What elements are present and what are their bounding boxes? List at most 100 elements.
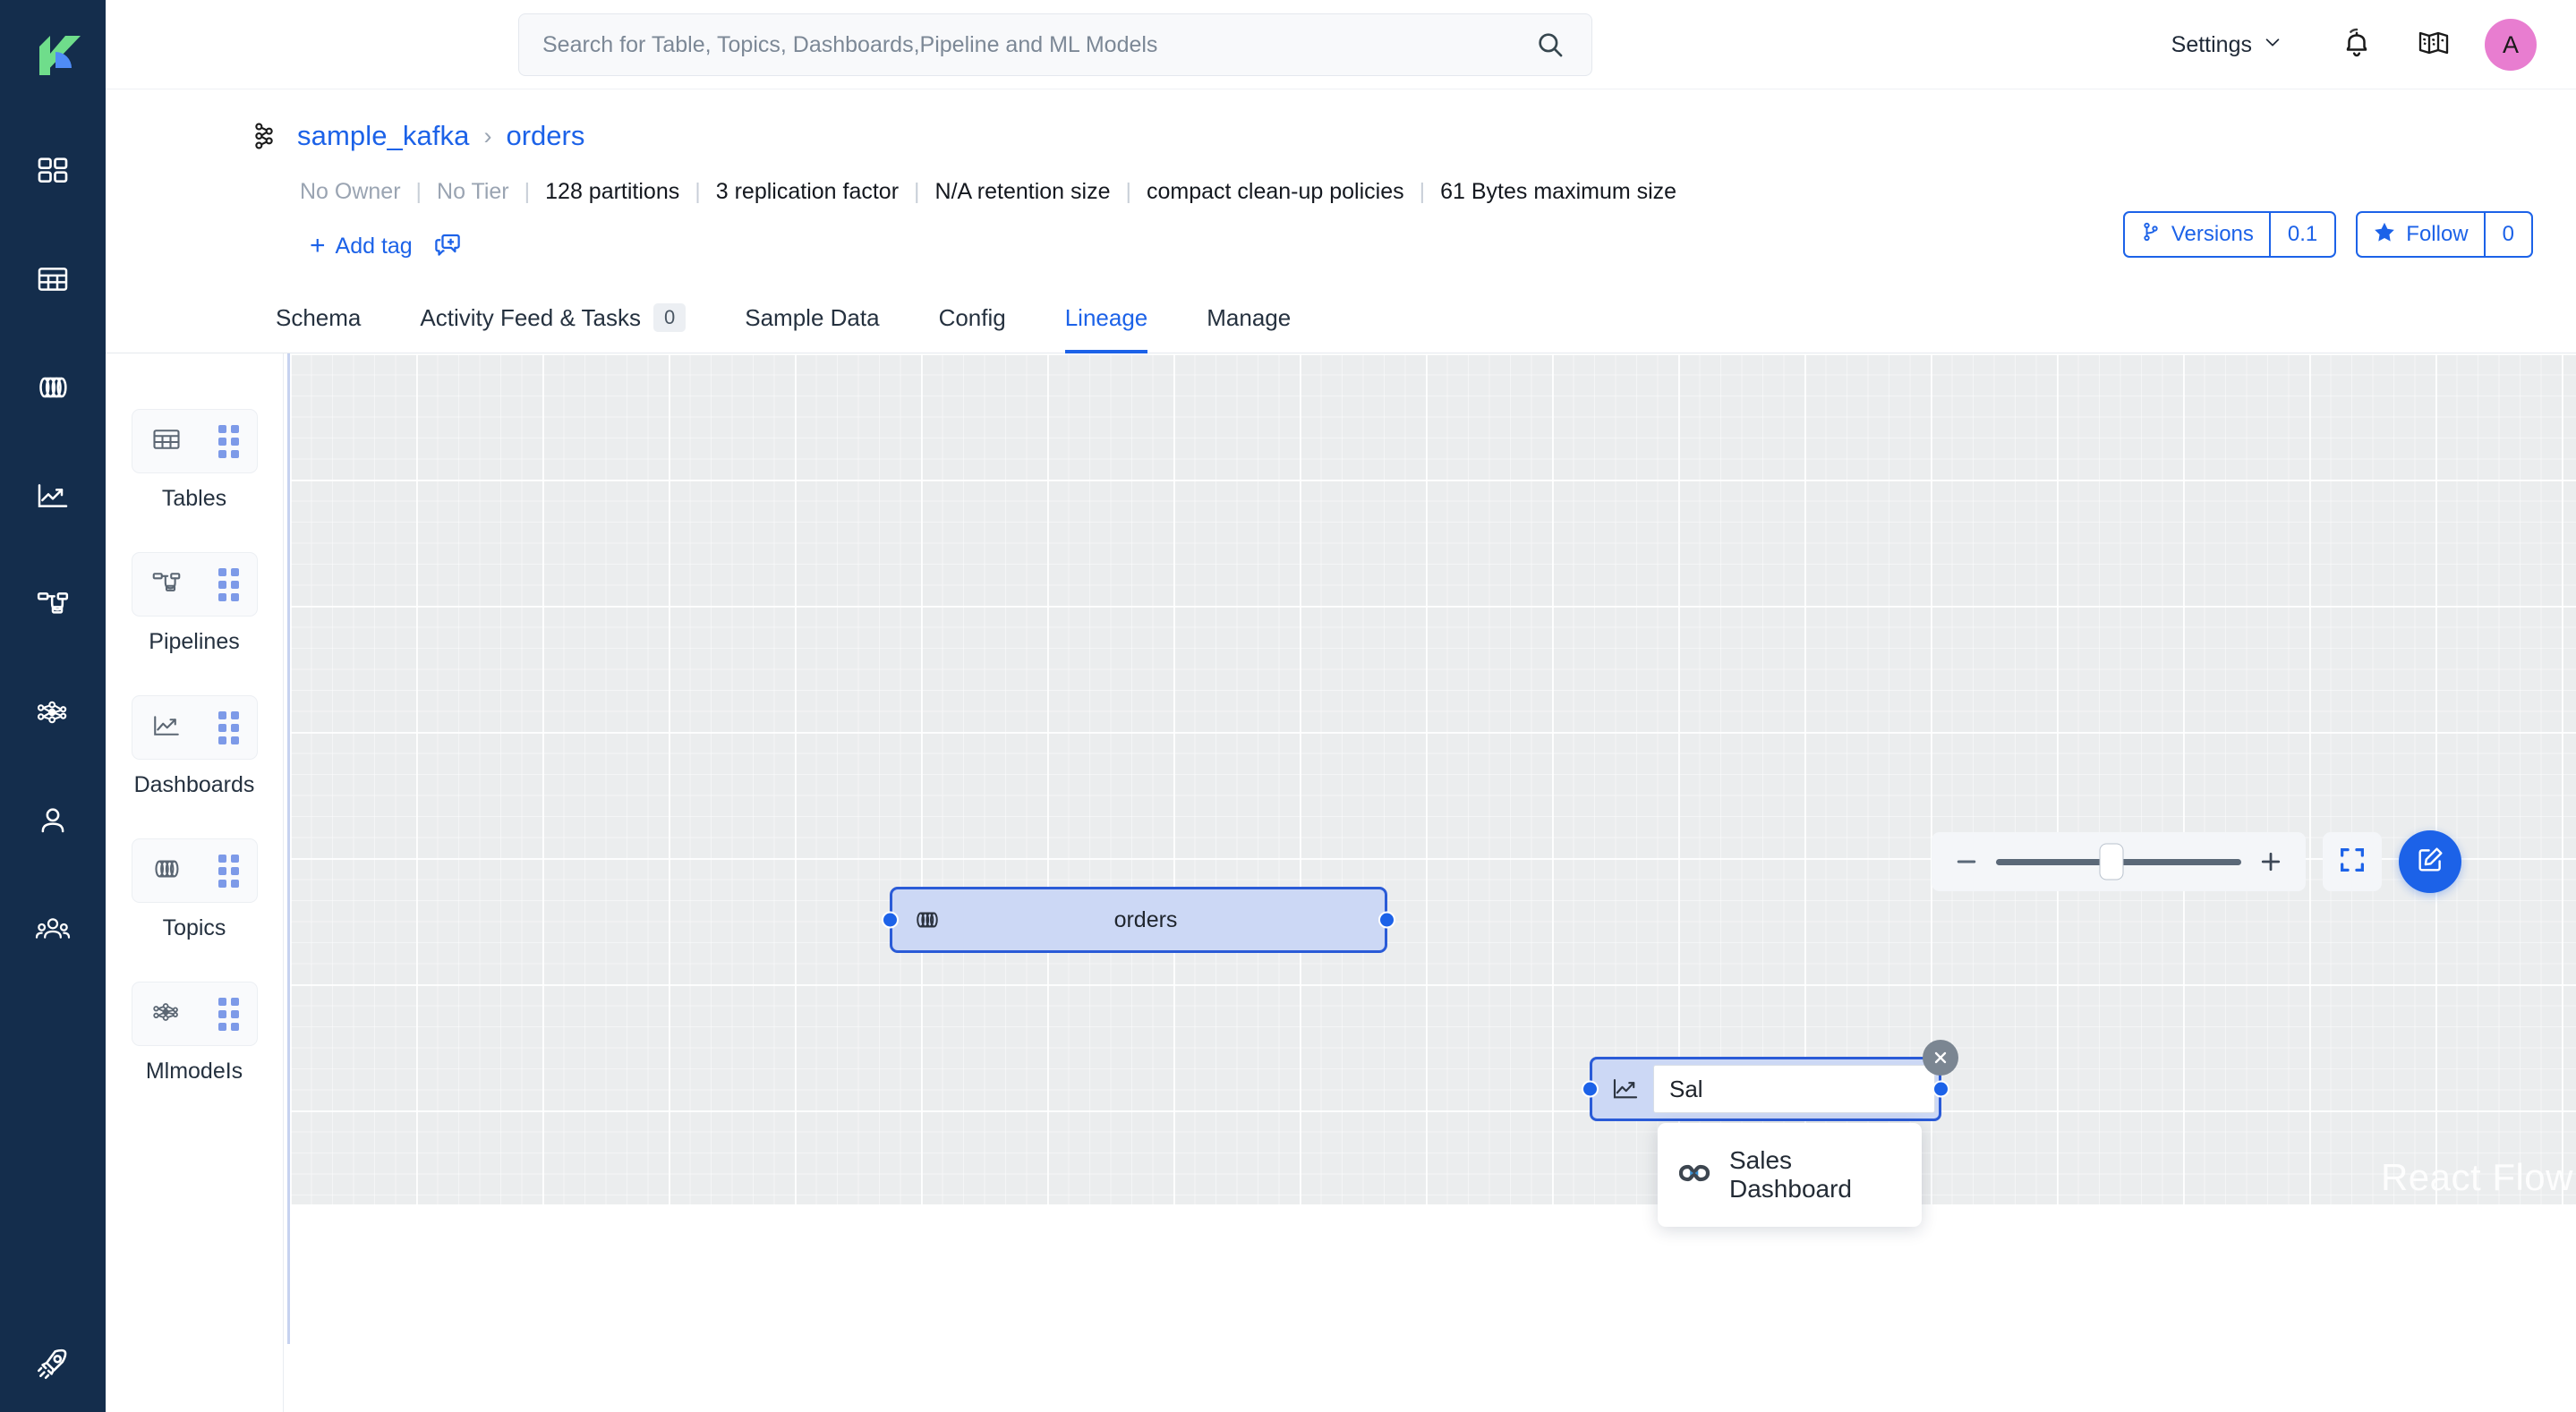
breadcrumb-item-entity[interactable]: orders <box>506 120 584 152</box>
superset-icon <box>1679 1161 1711 1189</box>
rail-item-user[interactable] <box>0 766 106 874</box>
top-bar: Settings <box>106 0 2576 89</box>
meta-partitions: 128 partitions <box>545 179 679 205</box>
docs-button[interactable] <box>2408 19 2460 71</box>
search-icon[interactable] <box>1532 27 1568 63</box>
tab-config[interactable]: Config <box>939 304 1006 353</box>
settings-label: Settings <box>2171 32 2252 58</box>
entity-header-actions: Versions 0.1 Follow 0 <box>2123 211 2533 258</box>
rail-item-pipelines[interactable] <box>0 549 106 658</box>
dashboard-icon <box>35 478 71 514</box>
rail-item-topics[interactable] <box>0 333 106 441</box>
drag-handle[interactable] <box>218 855 239 888</box>
rail-icon-list <box>0 116 106 982</box>
rail-item-tables[interactable] <box>0 225 106 333</box>
palette-box-topics[interactable] <box>132 838 258 903</box>
tab-label: Config <box>939 304 1006 332</box>
node-handle-left[interactable] <box>882 912 899 929</box>
book-icon <box>2416 25 2452 65</box>
mlmodel-icon <box>150 996 183 1033</box>
drag-handle[interactable] <box>218 568 239 601</box>
topic-icon <box>150 853 183 889</box>
drag-handle[interactable] <box>218 711 239 744</box>
palette-item-tables[interactable]: Tables <box>132 409 258 512</box>
search-input[interactable] <box>542 32 1532 58</box>
palette-box-pipelines[interactable] <box>132 552 258 617</box>
tab-activity-feed-and-tasks[interactable]: Activity Feed & Tasks 0 <box>420 303 686 353</box>
settings-menu[interactable]: Settings <box>2171 32 2282 58</box>
tab-schema[interactable]: Schema <box>276 304 361 353</box>
palette-item-dashboards[interactable]: Dashboards <box>132 695 258 798</box>
edit-lineage-button[interactable] <box>2399 830 2461 893</box>
palette-label: Dashboards <box>134 772 255 798</box>
breadcrumb: sample_kafka › orders <box>106 120 2576 152</box>
search-box[interactable] <box>518 13 1592 76</box>
node-handle-right[interactable] <box>1378 912 1395 929</box>
follow-button[interactable]: Follow 0 <box>2356 211 2533 258</box>
rail-item-home[interactable] <box>0 116 106 225</box>
palette-box-tables[interactable] <box>132 409 258 473</box>
versions-main[interactable]: Versions <box>2125 213 2269 256</box>
tab-label: Sample Data <box>745 304 879 332</box>
follow-main[interactable]: Follow <box>2358 213 2483 256</box>
table-icon <box>150 423 183 460</box>
plus-icon[interactable] <box>2256 846 2286 877</box>
minus-icon[interactable] <box>1951 846 1982 877</box>
meta-tier: No Tier <box>437 179 509 205</box>
versions-button[interactable]: Versions 0.1 <box>2123 211 2336 258</box>
close-icon[interactable] <box>1923 1040 1958 1076</box>
suggestion-item[interactable]: Sales Dashboard <box>1658 1136 1922 1214</box>
topic-icon <box>35 370 71 405</box>
palette-box-mlmodels[interactable] <box>132 982 258 1046</box>
rail-item-dashboards[interactable] <box>0 441 106 549</box>
tab-sample-data[interactable]: Sample Data <box>745 304 879 353</box>
versions-value[interactable]: 0.1 <box>2269 213 2334 256</box>
meta-divider: | <box>1125 179 1131 205</box>
follow-value[interactable]: 0 <box>2484 213 2531 256</box>
breadcrumb-item-service[interactable]: sample_kafka <box>297 120 469 152</box>
fit-view-button[interactable] <box>2323 832 2382 891</box>
tab-manage[interactable]: Manage <box>1207 304 1291 353</box>
breadcrumb-separator: › <box>483 123 491 150</box>
meta-cleanup: compact clean-up policies <box>1147 179 1404 205</box>
palette-item-pipelines[interactable]: Pipelines <box>132 552 258 655</box>
lineage-toolbar <box>1932 830 2461 893</box>
bell-icon <box>2339 25 2375 65</box>
node-handle-left[interactable] <box>1582 1081 1599 1098</box>
add-tag-label: Add tag <box>336 234 413 259</box>
notifications-button[interactable] <box>2331 19 2383 71</box>
node-search-field[interactable] <box>1653 1065 1935 1113</box>
tab-lineage[interactable]: Lineage <box>1065 304 1148 353</box>
tab-label: Lineage <box>1065 304 1148 332</box>
add-description-icon[interactable] <box>432 231 463 261</box>
lineage-node-orders[interactable]: orders <box>890 887 1387 953</box>
zoom-slider-thumb[interactable] <box>2099 844 2123 880</box>
palette-label: Topics <box>163 915 226 941</box>
main-column: Settings <box>106 0 2576 1412</box>
tab-label: Schema <box>276 304 361 332</box>
zoom-slider[interactable] <box>1996 859 2241 865</box>
drag-handle[interactable] <box>218 998 239 1031</box>
table-icon <box>35 261 71 297</box>
rail-item-teams[interactable] <box>0 874 106 982</box>
app-logo[interactable] <box>23 20 82 75</box>
lineage-node-new-dashboard[interactable] <box>1590 1057 1941 1121</box>
rail-item-whats-new[interactable] <box>0 1345 106 1387</box>
drag-handle[interactable] <box>218 425 239 458</box>
meta-replication: 3 replication factor <box>716 179 899 205</box>
rail-item-mlmodels[interactable] <box>0 658 106 766</box>
palette-item-mlmodels[interactable]: MlmodeIs <box>132 982 258 1085</box>
palette-box-dashboards[interactable] <box>132 695 258 760</box>
node-handle-right[interactable] <box>1932 1081 1949 1098</box>
entity-palette: Tables <box>106 353 284 1412</box>
node-search-input[interactable] <box>1669 1076 1919 1103</box>
meta-divider: | <box>525 179 531 205</box>
meta-divider: | <box>695 179 701 205</box>
avatar[interactable]: A <box>2485 19 2537 71</box>
tab-label: Activity Feed & Tasks <box>420 304 641 332</box>
meta-maxsize: 61 Bytes maximum size <box>1440 179 1676 205</box>
palette-item-topics[interactable]: Topics <box>132 838 258 941</box>
add-tag-button[interactable]: + Add tag <box>310 233 413 259</box>
star-icon <box>2373 220 2396 250</box>
entity-header: sample_kafka › orders No Owner | No Tier… <box>106 89 2576 261</box>
